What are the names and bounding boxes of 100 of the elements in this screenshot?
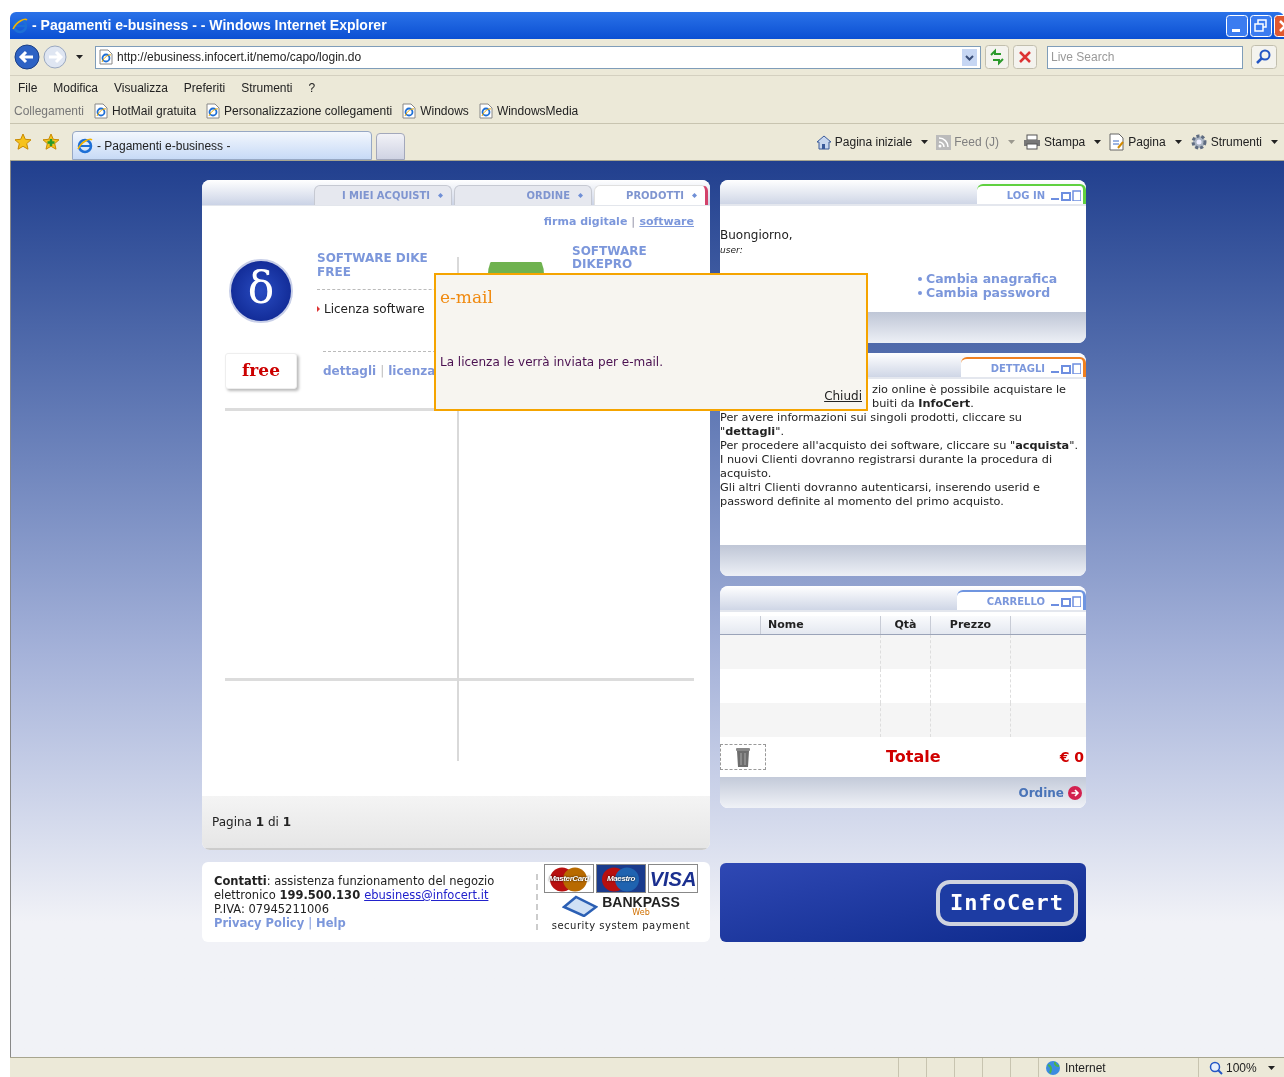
- bankpass-logo: BANKPASS: [602, 895, 680, 909]
- dialog-message: La licenza le verrà inviata per e-mail.: [440, 353, 664, 371]
- panel-controls-icon[interactable]: [1051, 189, 1081, 201]
- zoom-button[interactable]: 100%: [1198, 1058, 1284, 1077]
- stop-button[interactable]: [1013, 45, 1037, 69]
- menu-item[interactable]: Strumenti: [241, 78, 293, 97]
- home-icon: [815, 134, 832, 150]
- security-zone: Internet: [1065, 1059, 1106, 1077]
- bullet-icon: [918, 290, 922, 295]
- link-item[interactable]: Personalizzazione collegamenti: [224, 102, 393, 120]
- order-button[interactable]: Ordine: [1018, 783, 1082, 802]
- details-text: buiti da InfoCert.: [872, 397, 974, 411]
- details-text: Per procedere all'acquisto dei software, cliccare su "acquista".: [720, 439, 1080, 453]
- diamond-icon: [438, 193, 443, 198]
- page-icon: [206, 103, 221, 119]
- search-button[interactable]: [1251, 45, 1277, 69]
- bullet-icon: [317, 305, 320, 312]
- panel-tab: DETTAGLI: [960, 357, 1086, 377]
- caret-icon: [1007, 140, 1015, 144]
- add-favorite-icon[interactable]: [42, 133, 60, 151]
- trash-button[interactable]: [720, 744, 766, 770]
- page-icon: [478, 103, 493, 119]
- column-header: Prezzo: [931, 616, 1011, 634]
- dialog-title: e-mail: [440, 286, 494, 309]
- panel-controls-icon[interactable]: [1051, 362, 1081, 374]
- menu-item[interactable]: ?: [308, 78, 316, 97]
- star-icon[interactable]: [14, 133, 32, 151]
- page-icon: [1109, 133, 1126, 151]
- caret-icon: [1094, 140, 1102, 144]
- separator: |: [308, 916, 313, 930]
- menu-item[interactable]: Preferiti: [183, 78, 226, 97]
- feed-icon: [936, 134, 952, 150]
- caret-icon: [1271, 140, 1278, 144]
- bankpass-icon: [562, 895, 599, 917]
- user-label: user:: [720, 244, 744, 257]
- email-link[interactable]: ebusiness@infocert.it: [364, 888, 489, 902]
- browser-logo-icon: [12, 17, 28, 34]
- separator: |: [631, 214, 636, 230]
- card-logo: VISA: [648, 864, 698, 893]
- arrow-icon: [1068, 785, 1082, 800]
- link-item[interactable]: HotMail gratuita: [112, 102, 197, 120]
- command-button[interactable]: Stampa: [1022, 133, 1102, 151]
- search-field[interactable]: Live Search: [1047, 45, 1243, 69]
- panel-tab: CARRELLO: [956, 590, 1086, 610]
- payment-note: security system payment: [551, 919, 691, 933]
- command-button[interactable]: Strumenti: [1189, 133, 1278, 151]
- minimize-button[interactable]: [1226, 14, 1248, 37]
- brand-logo: InfoCert: [936, 879, 1078, 926]
- window-title: - Pagamenti e-business - - Windows Internet Explorer: [32, 16, 387, 35]
- caret-icon: [1174, 140, 1182, 144]
- globe-icon: [1045, 1059, 1061, 1076]
- browser-logo-icon: [77, 137, 93, 154]
- zoom-icon: [1209, 1060, 1223, 1075]
- menu-item[interactable]: File: [18, 78, 38, 97]
- product-logo: δ: [229, 258, 293, 323]
- separator: |: [380, 363, 385, 380]
- command-button[interactable]: Pagina: [1109, 133, 1182, 151]
- printer-icon: [1022, 134, 1041, 150]
- caret-icon: [1267, 1065, 1275, 1070]
- details-text: Per avere informazioni sui singoli prodotti, cliccare su "dettagli".: [720, 411, 1023, 439]
- dropdown-caret-icon[interactable]: [962, 48, 977, 66]
- browser-tab[interactable]: - Pagamenti e-business -: [72, 131, 372, 160]
- links-label: Collegamenti: [14, 103, 85, 120]
- close-link[interactable]: Chiudi: [824, 386, 862, 405]
- vat-number: P.IVA: 07945211006: [214, 902, 330, 916]
- caret-icon: [921, 140, 929, 144]
- details-text: I nuovi Clienti dovranno registrarsi durante la procedura di acquisto.: [720, 453, 1054, 481]
- bankpass-subtitle: Web: [632, 909, 650, 917]
- details-text: Gli altri Clienti dovranno autenticarsi, inserendo userid e password definite al momento del primo acquisto.: [720, 481, 1042, 509]
- product-title: SOFTWARE DIKE FREE: [317, 250, 429, 279]
- panel-controls-icon[interactable]: [1051, 595, 1081, 607]
- panel-tab: LOG IN: [976, 184, 1086, 204]
- product-title: SOFTWARE DIKEPRO: [572, 244, 648, 273]
- greeting-text: Buongiorno,: [720, 227, 794, 244]
- menu-item[interactable]: Visualizza: [114, 78, 168, 97]
- trash-icon: [735, 746, 751, 768]
- menu-item[interactable]: Modifica: [53, 78, 99, 97]
- product-logo: [488, 261, 544, 274]
- back-button[interactable]: [14, 44, 40, 70]
- bullet-icon: [918, 276, 922, 281]
- total-label: Totale: [886, 746, 941, 768]
- caret-icon[interactable]: [76, 55, 83, 59]
- details-text: zio online è possibile acquistare le: [872, 383, 1066, 397]
- column-header: Qtà: [881, 616, 931, 634]
- page-icon: [99, 49, 113, 65]
- product-item: Licenza software: [324, 300, 425, 318]
- command-button[interactable]: Pagina iniziale: [815, 133, 929, 151]
- column-header: Nome: [761, 616, 881, 634]
- page-icon: [402, 103, 417, 119]
- settings-icon: [1189, 133, 1208, 151]
- page-icon: [94, 103, 109, 119]
- diamond-icon: [578, 193, 583, 198]
- page-indicator: Pagina 1 di 1: [212, 814, 292, 831]
- total-amount: € 0: [1059, 747, 1084, 767]
- link-item[interactable]: Windows: [420, 102, 469, 120]
- refresh-button[interactable]: [985, 45, 1009, 69]
- contacts-text: Contatti: assistenza funzionamento del negozio elettronico 199.500.130 ebusiness@infocert.it: [214, 874, 496, 902]
- link-item[interactable]: WindowsMedia: [496, 102, 579, 120]
- address-field[interactable]: http://ebusiness.infocert.it/nemo/capo/login.do: [95, 45, 981, 69]
- restore-button[interactable]: [1250, 14, 1272, 37]
